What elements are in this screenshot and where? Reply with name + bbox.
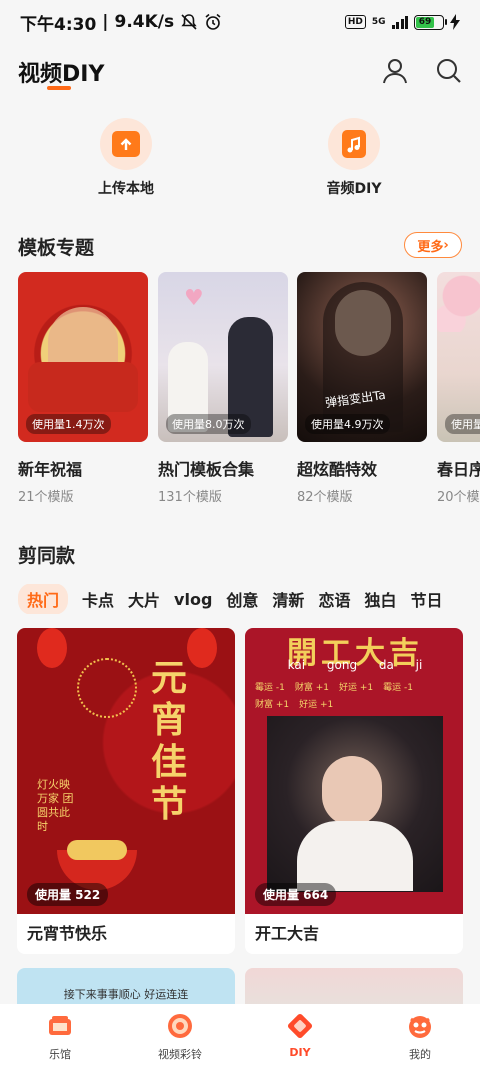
video-usage: 使用量 522 <box>27 883 109 906</box>
template-name: 热门模板合集 <box>158 460 255 479</box>
video-thumbnail: 開工大吉 kai gong da ji 霉运 -1 财富 +1 好运 +1 霉运… <box>245 628 463 914</box>
title-indicator <box>47 86 71 90</box>
template-thumbnail: 使用量 <box>437 272 480 442</box>
folder-upload-icon <box>112 131 140 157</box>
template-card[interactable]: 使用量1.4万次 新年祝福 21个模版 <box>18 272 148 505</box>
charging-icon <box>450 14 460 30</box>
video-card[interactable]: 元宵佳节 灯火映万家 团圆共此时 使用量 522 元宵节快乐 <box>17 628 235 954</box>
template-thumbnail: 使用量1.4万次 <box>18 272 148 442</box>
peek-text: 接下来事事顺心 好运连连 <box>63 988 189 1001</box>
tab-creative[interactable]: 创意 <box>226 584 258 614</box>
diy-icon <box>286 1012 314 1040</box>
more-label: 更多 <box>417 239 444 255</box>
status-speed: 9.4K/s <box>114 12 175 32</box>
video-thumbnail: 元宵佳节 灯火映万家 团圆共此时 使用量 522 <box>17 628 235 914</box>
poster-tag: 财富 +1 <box>294 683 329 693</box>
template-card[interactable]: 使用量 春日序 20个模版 <box>437 272 480 505</box>
signal-icon <box>391 15 408 29</box>
nav-music-hall[interactable]: 乐馆 <box>0 1004 120 1066</box>
poster-tag: 好运 +1 <box>299 700 334 710</box>
template-usage: 使用量8.0万次 <box>166 414 251 434</box>
nav-label: DIY <box>289 1046 311 1059</box>
user-icon[interactable] <box>380 56 410 86</box>
video-title: 开工大吉 <box>255 924 320 943</box>
poster-tag: 霉运 -1 <box>383 683 413 693</box>
same-style-heading: 剪同款 <box>18 545 76 567</box>
music-hall-icon <box>46 1012 74 1040</box>
poster-tag: 财富 +1 <box>255 700 290 710</box>
more-button[interactable]: 更多 › <box>404 232 462 258</box>
upload-local-label: 上传本地 <box>98 181 154 197</box>
template-count: 131个模版 <box>158 490 222 505</box>
bottom-nav: 乐馆 视频彩铃 DIY 我的 <box>0 1004 480 1066</box>
poster-tag: 好运 +1 <box>338 683 374 693</box>
video-card-peek[interactable]: 接下来事事顺心 好运连连 <box>17 968 235 1008</box>
audio-circle <box>328 118 380 170</box>
battery-icon: 69 <box>414 14 447 30</box>
template-count: 20个模版 <box>437 490 480 505</box>
template-name: 超炫酷特效 <box>297 460 378 479</box>
template-name: 春日序 <box>437 460 480 479</box>
template-name: 新年祝福 <box>18 460 83 479</box>
tab-monologue[interactable]: 独白 <box>364 584 396 614</box>
tab-love-words[interactable]: 恋语 <box>318 584 350 614</box>
template-card[interactable]: ♥ 使用量8.0万次 热门模板合集 131个模版 <box>158 272 288 505</box>
nav-diy[interactable]: DIY <box>240 1004 360 1066</box>
video-card[interactable]: 開工大吉 kai gong da ji 霉运 -1 财富 +1 好运 +1 霉运… <box>245 628 463 954</box>
network-type: 5G <box>371 17 386 27</box>
template-usage: 使用量4.9万次 <box>305 414 390 434</box>
nav-video-ringtone[interactable]: 视频彩铃 <box>120 1004 240 1066</box>
hd-badge: HD <box>344 15 366 29</box>
nav-label: 视频彩铃 <box>158 1048 202 1061</box>
poster-title: 元宵佳节 <box>151 658 188 825</box>
status-time: 下午4:30 <box>20 14 97 35</box>
tab-blockbuster[interactable]: 大片 <box>128 584 160 614</box>
template-usage: 使用量1.4万次 <box>26 414 111 434</box>
ringtone-icon <box>166 1012 194 1040</box>
battery-level: 69 <box>416 16 434 28</box>
video-title: 元宵节快乐 <box>27 924 108 943</box>
nav-label: 我的 <box>409 1048 431 1061</box>
mascot-icon <box>406 1012 434 1040</box>
nav-label: 乐馆 <box>49 1048 71 1061</box>
tab-beat[interactable]: 卡点 <box>82 584 114 614</box>
template-card[interactable]: 弹指变出Ta 使用量4.9万次 超炫酷特效 82个模版 <box>297 272 427 505</box>
tab-festival[interactable]: 节日 <box>410 584 442 614</box>
tab-hot[interactable]: 热门 <box>18 584 69 614</box>
upload-circle <box>100 118 152 170</box>
audio-diy-button[interactable]: 音频DIY <box>299 118 409 198</box>
search-icon[interactable] <box>434 56 464 86</box>
upload-local-button[interactable]: 上传本地 <box>71 118 181 198</box>
tab-fresh[interactable]: 清新 <box>272 584 304 614</box>
header: 视频DIY <box>0 50 480 96</box>
status-bar: 下午4:30 | 9.4K/s HD 5G 69 <box>0 0 480 44</box>
music-file-icon <box>342 130 366 158</box>
alarm-icon <box>205 13 221 30</box>
category-tabs: 热门 卡点 大片 vlog 创意 清新 恋语 独白 节日 <box>18 584 480 614</box>
chevron-right-icon: › <box>443 237 449 253</box>
template-count: 82个模版 <box>297 490 353 505</box>
video-usage: 使用量 664 <box>255 883 337 906</box>
template-usage: 使用量 <box>445 414 480 434</box>
poster-pinyin: kai gong da ji <box>287 658 423 672</box>
templates-heading: 模板专题 <box>18 237 95 259</box>
status-divider: | <box>102 12 109 32</box>
tab-vlog[interactable]: vlog <box>174 586 212 613</box>
video-card-peek[interactable] <box>245 968 463 1008</box>
template-thumbnail: ♥ 使用量8.0万次 <box>158 272 288 442</box>
template-count: 21个模版 <box>18 490 74 505</box>
audio-diy-label: 音频DIY <box>326 181 382 197</box>
mute-icon <box>181 14 197 30</box>
page-title: 视频DIY <box>18 62 105 87</box>
template-thumbnail: 弹指变出Ta 使用量4.9万次 <box>297 272 427 442</box>
nav-mine[interactable]: 我的 <box>360 1004 480 1066</box>
poster-subtitle: 灯火映万家 团圆共此时 <box>37 778 74 833</box>
poster-tag: 霉运 -1 <box>255 683 285 693</box>
